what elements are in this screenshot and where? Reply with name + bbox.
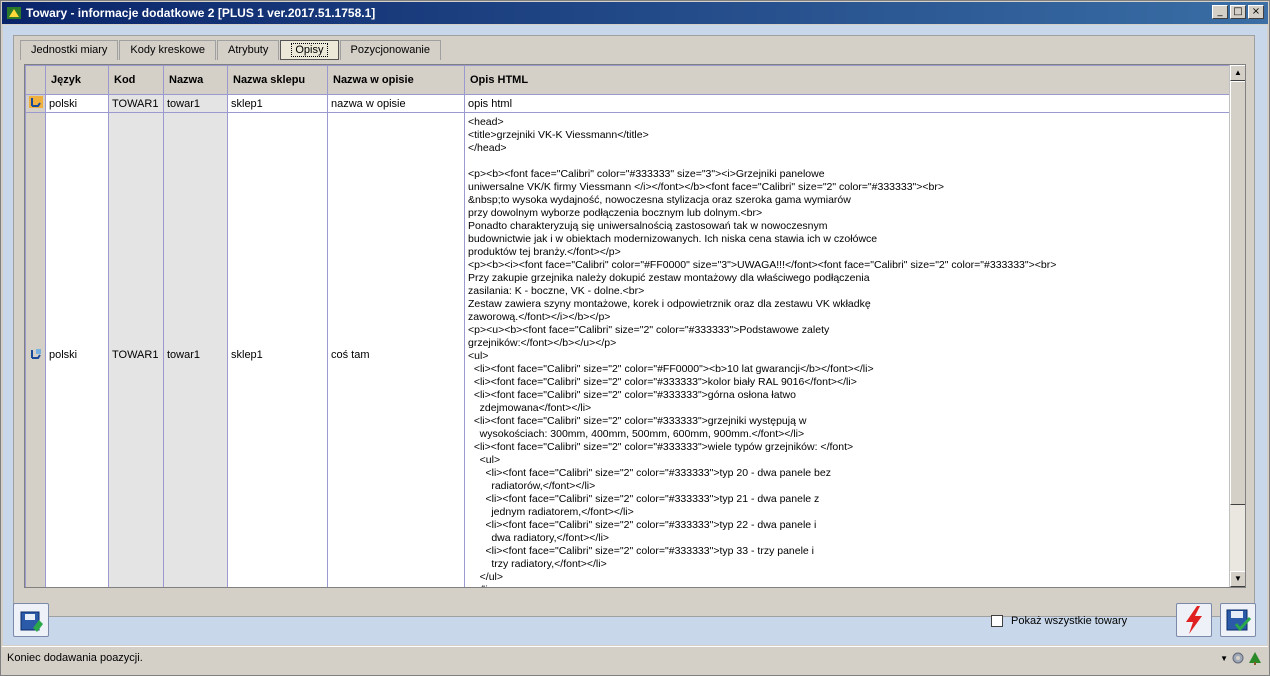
header-nazwa-sklepu[interactable]: Nazwa sklepu [227, 65, 328, 95]
vertical-scrollbar[interactable]: ▲ ▼ [1229, 65, 1245, 587]
row-indicator [25, 94, 46, 113]
save-button[interactable] [1220, 603, 1256, 637]
scroll-down-arrow-icon[interactable]: ▼ [1230, 571, 1245, 587]
flash-icon [1186, 606, 1202, 634]
tab-pozycjonowanie[interactable]: Pozycjonowanie [339, 40, 441, 60]
header-kod[interactable]: Kod [108, 65, 164, 95]
header-opis-html[interactable]: Opis HTML [464, 65, 1231, 95]
content-area: Jednostki miary Kody kreskowe Atrybuty O… [3, 25, 1267, 645]
flash-button[interactable] [1176, 603, 1212, 637]
show-all-products-checkbox[interactable] [991, 615, 1003, 627]
cell-nazwa[interactable]: towar1 [163, 94, 228, 113]
header-nazwa-w-opisie[interactable]: Nazwa w opisie [327, 65, 465, 95]
row-indicator [25, 112, 46, 587]
cell-nazwa-w-opisie[interactable]: nazwa w opisie [327, 94, 465, 113]
table-header-row: Język Kod Nazwa Nazwa sklepu Nazwa w opi… [25, 65, 1231, 95]
tab-atrybuty[interactable]: Atrybuty [217, 40, 280, 60]
cell-nazwa-sklepu[interactable]: sklep1 [227, 94, 328, 113]
dropdown-arrow-icon[interactable]: ▼ [1220, 654, 1228, 663]
main-window: Towary - informacje dodatkowe 2 [PLUS 1 … [0, 0, 1270, 676]
cell-opis-html[interactable]: opis html [464, 94, 1231, 113]
show-all-products-label: Pokaż wszystkie towary [1011, 615, 1128, 627]
add-record-icon [20, 611, 43, 632]
descriptions-table: Język Kod Nazwa Nazwa sklepu Nazwa w opi… [25, 65, 1231, 587]
cell-kod[interactable]: TOWAR1 [108, 94, 164, 113]
cell-nazwa[interactable]: towar1 [163, 112, 228, 587]
status-text: Koniec dodawania poazycji. [7, 651, 143, 664]
gear-icon[interactable] [1231, 651, 1245, 665]
app-icon [7, 7, 21, 19]
window-title: Towary - informacje dodatkowe 2 [PLUS 1 … [26, 6, 376, 20]
table-row[interactable]: polski TOWAR1 towar1 sklep1 nazwa w opis… [25, 94, 1231, 113]
show-all-products-toggle[interactable]: Pokaż wszystkie towary [991, 615, 1127, 627]
tab-jednostki-miary[interactable]: Jednostki miary [20, 40, 119, 60]
window-controls: _ □ × [1212, 5, 1264, 19]
cell-nazwa-sklepu[interactable]: sklep1 [227, 112, 328, 587]
header-indicator [25, 65, 46, 95]
cell-jezyk[interactable]: polski [45, 112, 109, 587]
close-button[interactable]: × [1248, 5, 1264, 19]
tree-icon[interactable] [1248, 651, 1262, 665]
cell-jezyk[interactable]: polski [45, 94, 109, 113]
row-pointer-icon [28, 96, 43, 108]
tab-strip: Jednostki miary Kody kreskowe Atrybuty O… [20, 40, 442, 60]
scroll-thumb[interactable] [1230, 81, 1245, 505]
add-record-button[interactable] [13, 603, 49, 637]
tab-opisy-label: Opisy [291, 43, 328, 57]
row-edit-icon [30, 348, 41, 359]
cell-kod[interactable]: TOWAR1 [108, 112, 164, 587]
header-jezyk[interactable]: Język [45, 65, 109, 95]
minimize-button[interactable]: _ [1212, 5, 1228, 19]
cell-opis-html[interactable]: <head> <title>grzejniki VK-K Viessmann</… [464, 112, 1231, 587]
title-bar[interactable]: Towary - informacje dodatkowe 2 [PLUS 1 … [2, 2, 1268, 24]
maximize-button[interactable]: □ [1230, 5, 1246, 19]
header-nazwa[interactable]: Nazwa [163, 65, 228, 95]
tab-panel: Jednostki miary Kody kreskowe Atrybuty O… [13, 35, 1255, 617]
tab-opisy[interactable]: Opisy [280, 40, 339, 60]
status-icons: ▼ [1220, 651, 1262, 665]
tab-kody-kreskowe[interactable]: Kody kreskowe [119, 40, 217, 60]
status-bar: Koniec dodawania poazycji. ▼ [2, 646, 1268, 668]
table-row[interactable]: polski TOWAR1 towar1 sklep1 coś tam <hea… [25, 112, 1231, 587]
save-icon [1226, 609, 1252, 632]
cell-nazwa-w-opisie[interactable]: coś tam [327, 112, 465, 587]
descriptions-grid: Język Kod Nazwa Nazwa sklepu Nazwa w opi… [24, 64, 1246, 588]
scroll-up-arrow-icon[interactable]: ▲ [1230, 65, 1245, 81]
